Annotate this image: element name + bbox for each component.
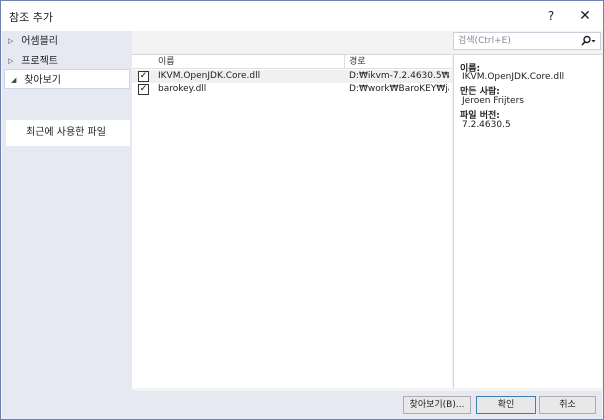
reference-list[interactable]: 이름 경로 ✓ IKVM.OpenJDK.Core.dll D:₩ikvm-7.… <box>132 54 452 388</box>
row-checkbox[interactable]: ✓ <box>138 71 149 82</box>
cancel-button[interactable]: 취소 <box>539 396 596 414</box>
sidebar-item-browse[interactable]: ◢ 찾아보기 <box>4 69 130 89</box>
search-placeholder: 검색(Ctrl+E) <box>458 36 511 46</box>
row-path: D:₩ikvm-7.2.4630.5₩... <box>349 71 449 81</box>
title-bar: 참조 추가 ? ✕ <box>1 1 603 31</box>
details-panel: 이름: IKVM.OpenJDK.Core.dll 만든 사람: Jeroen … <box>453 54 602 388</box>
sidebar-item-assemblies[interactable]: ▷ 어셈블리 <box>2 31 130 51</box>
expand-arrow-icon[interactable]: ▷ <box>8 31 18 51</box>
row-name: IKVM.OpenJDK.Core.dll <box>158 71 261 81</box>
row-path: D:₩work₩BaroKEY₩ja... <box>349 84 449 94</box>
list-row[interactable]: ✓ barokey.dll D:₩work₩BaroKEY₩ja... <box>132 83 452 96</box>
list-row[interactable]: ✓ IKVM.OpenJDK.Core.dll D:₩ikvm-7.2.4630… <box>132 70 452 83</box>
column-header-name[interactable]: 이름 <box>158 55 175 69</box>
expand-arrow-icon[interactable]: ▷ <box>8 51 18 71</box>
detail-author-value: Jeroen Frijters <box>462 96 524 106</box>
sidebar: ▷ 어셈블리 ▷ 프로젝트 ◢ 찾아보기 최근에 사용한 파일 <box>2 31 132 391</box>
button-bar: 찾아보기(B)... 확인 취소 <box>2 391 602 419</box>
row-name: barokey.dll <box>158 84 207 94</box>
collapse-arrow-icon[interactable]: ◢ <box>11 70 21 90</box>
sidebar-item-label: 어셈블리 <box>21 36 58 47</box>
sidebar-item-projects[interactable]: ▷ 프로젝트 <box>2 51 130 71</box>
sidebar-item-label: 찾아보기 <box>24 75 61 86</box>
ok-button[interactable]: 확인 <box>476 396 536 414</box>
sidebar-item-recent-files[interactable]: 최근에 사용한 파일 <box>6 120 130 146</box>
help-button[interactable]: ? <box>541 6 561 26</box>
search-input[interactable]: 검색(Ctrl+E) <box>453 32 601 50</box>
list-header: 이름 경로 <box>132 55 452 69</box>
close-button[interactable]: ✕ <box>575 6 595 26</box>
add-reference-dialog: 참조 추가 ? ✕ 검색(Ctrl+E) ▷ 어셈블리 ▷ 프로젝트 ◢ 찾아보… <box>0 0 604 420</box>
detail-version-value: 7.2.4630.5 <box>462 120 511 130</box>
column-header-path[interactable]: 경로 <box>349 55 366 69</box>
sidebar-item-label: 프로젝트 <box>21 56 58 67</box>
detail-name-value: IKVM.OpenJDK.Core.dll <box>462 72 565 82</box>
row-checkbox[interactable]: ✓ <box>138 84 149 95</box>
dialog-title: 참조 추가 <box>9 11 53 24</box>
column-divider[interactable] <box>344 55 345 69</box>
browse-button[interactable]: 찾아보기(B)... <box>403 396 471 414</box>
search-icon[interactable] <box>580 35 596 47</box>
